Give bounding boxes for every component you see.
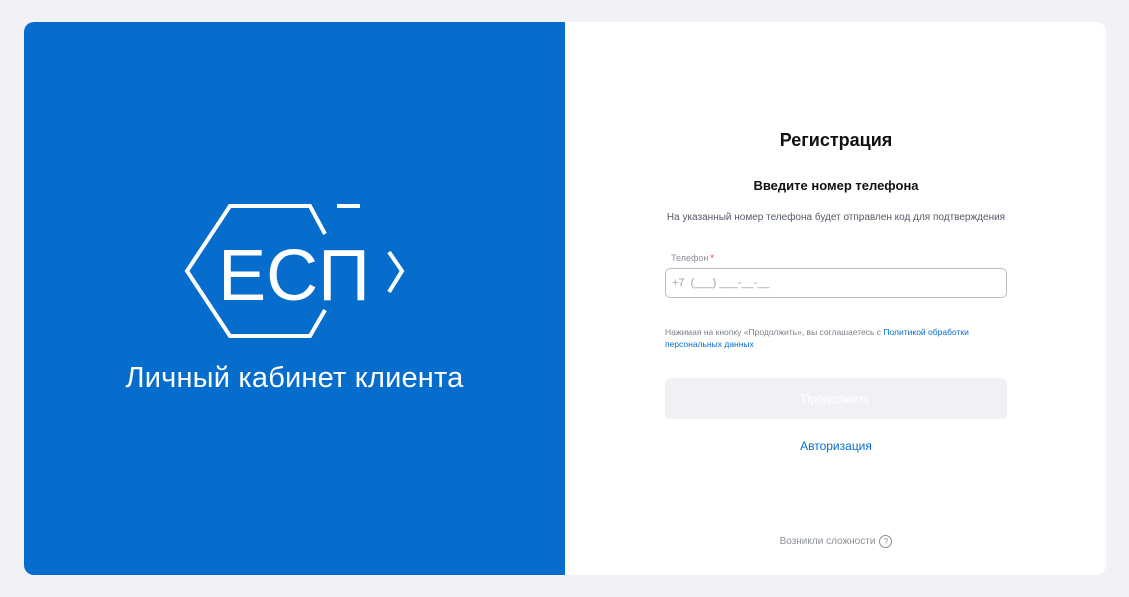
continue-button[interactable]: Продолжить <box>665 378 1007 419</box>
phone-label: Телефон * <box>671 253 714 263</box>
help-link[interactable]: Возникли сложности ? <box>665 535 1007 548</box>
phone-input[interactable] <box>665 268 1007 298</box>
phone-label-text: Телефон <box>671 253 709 263</box>
form-panel: Регистрация Введите номер телефона На ук… <box>565 22 1106 575</box>
brand-title: Личный кабинет клиента <box>125 362 464 394</box>
consent-text: Нажимая на кнопку «Продолжить», вы согла… <box>665 326 1007 350</box>
form-subtitle: Введите номер телефона <box>753 178 919 193</box>
registration-card: ЕСП Личный кабинет клиента Регистрация В… <box>24 22 1106 575</box>
logo-text: ЕСП <box>218 236 370 316</box>
question-circle-icon: ? <box>879 535 893 548</box>
consent-prefix: Нажимая на кнопку «Продолжить», вы согла… <box>665 327 884 337</box>
page-title: Регистрация <box>779 130 893 150</box>
help-text: Возникли сложности <box>779 536 876 547</box>
brand-panel: ЕСП Личный кабинет клиента <box>24 22 565 575</box>
form-description: На указанный номер телефона будет отправ… <box>666 212 1006 223</box>
esp-logo-icon: ЕСП <box>184 204 405 338</box>
required-mark: * <box>710 253 714 263</box>
authorization-link[interactable]: Авторизация <box>665 439 1007 453</box>
